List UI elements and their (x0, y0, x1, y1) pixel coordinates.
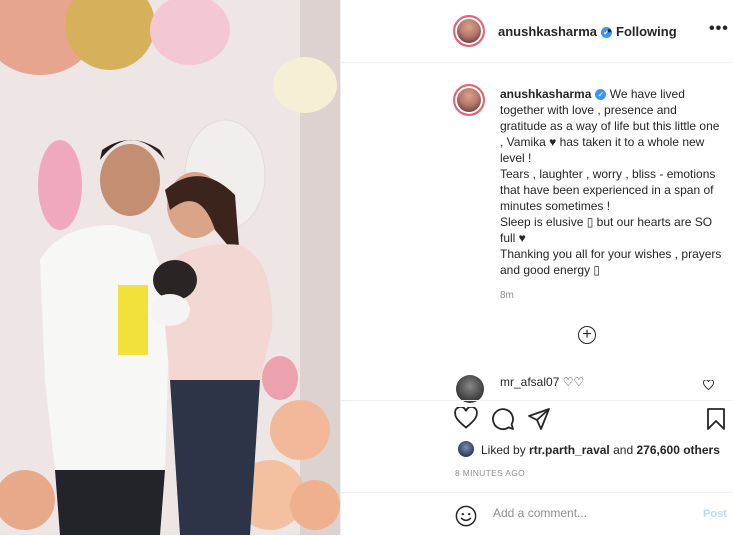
caption-username[interactable]: anushkasharma (500, 87, 591, 101)
caption-line-4: Thanking you all for your wishes , praye… (500, 247, 722, 277)
caption-time: 8m (500, 290, 514, 301)
commenter-username[interactable]: mr_afsal07 (500, 375, 559, 389)
caption-text: anushkasharma ✓ We have lived together wi… (500, 86, 725, 278)
photo-illustration (0, 0, 340, 535)
following-button[interactable]: Following (616, 24, 677, 39)
caption-line-2: Tears , laughter , worry , bliss - emoti… (500, 167, 716, 213)
post-header: anushkasharma ✓ • Following ••• (341, 0, 733, 63)
heart-icon[interactable] (454, 407, 478, 429)
header-separator: • (607, 23, 612, 38)
likes-count[interactable]: 276,600 others (636, 443, 719, 457)
likes-mid: and (613, 443, 634, 457)
author-username[interactable]: anushkasharma ✓ (498, 24, 612, 39)
commenter-avatar[interactable] (456, 375, 484, 403)
liker-username[interactable]: rtr.parth_raval (529, 443, 610, 457)
share-icon[interactable] (527, 407, 551, 431)
author-avatar[interactable] (453, 15, 485, 47)
likes-prefix: Liked by (481, 443, 526, 457)
caption-line-3: Sleep is elusive ▯ but our hearts are SO… (500, 215, 713, 245)
likes-summary: Liked by rtr.parth_raval and 276,600 oth… (481, 443, 720, 457)
instagram-post-view: anushkasharma ✓ • Following ••• anushkash… (0, 0, 733, 535)
post-side-panel: anushkasharma ✓ • Following ••• anushkash… (341, 0, 733, 535)
likes-row: Liked by rtr.parth_raval and 276,600 oth… (341, 439, 733, 461)
comment-like-heart-icon[interactable] (703, 380, 714, 390)
caption-section: anushkasharma ✓ We have lived together wi… (341, 62, 733, 368)
post-photo[interactable] (0, 0, 340, 535)
more-options-icon[interactable]: ••• (709, 20, 729, 38)
action-bar (341, 400, 733, 441)
comment-text: mr_afsal07 ♡♡ (500, 375, 584, 389)
caption-avatar[interactable] (453, 84, 485, 116)
bookmark-icon[interactable] (706, 407, 726, 431)
post-comment-button[interactable]: Post (703, 508, 727, 520)
plus-circle-icon[interactable]: + (578, 326, 596, 344)
add-comment-bar: Post (341, 492, 733, 536)
post-timestamp[interactable]: 8 MINUTES AGO (455, 468, 525, 478)
comment-input[interactable] (491, 505, 685, 521)
comment-item: mr_afsal07 ♡♡ (341, 368, 733, 403)
emoji-icon[interactable] (455, 505, 477, 527)
author-username-text[interactable]: anushkasharma (498, 24, 597, 39)
verified-badge-icon: ✓ (595, 89, 607, 100)
liker-avatar[interactable] (458, 441, 474, 457)
comment-body: ♡♡ (562, 375, 585, 389)
comment-icon[interactable] (491, 407, 515, 431)
